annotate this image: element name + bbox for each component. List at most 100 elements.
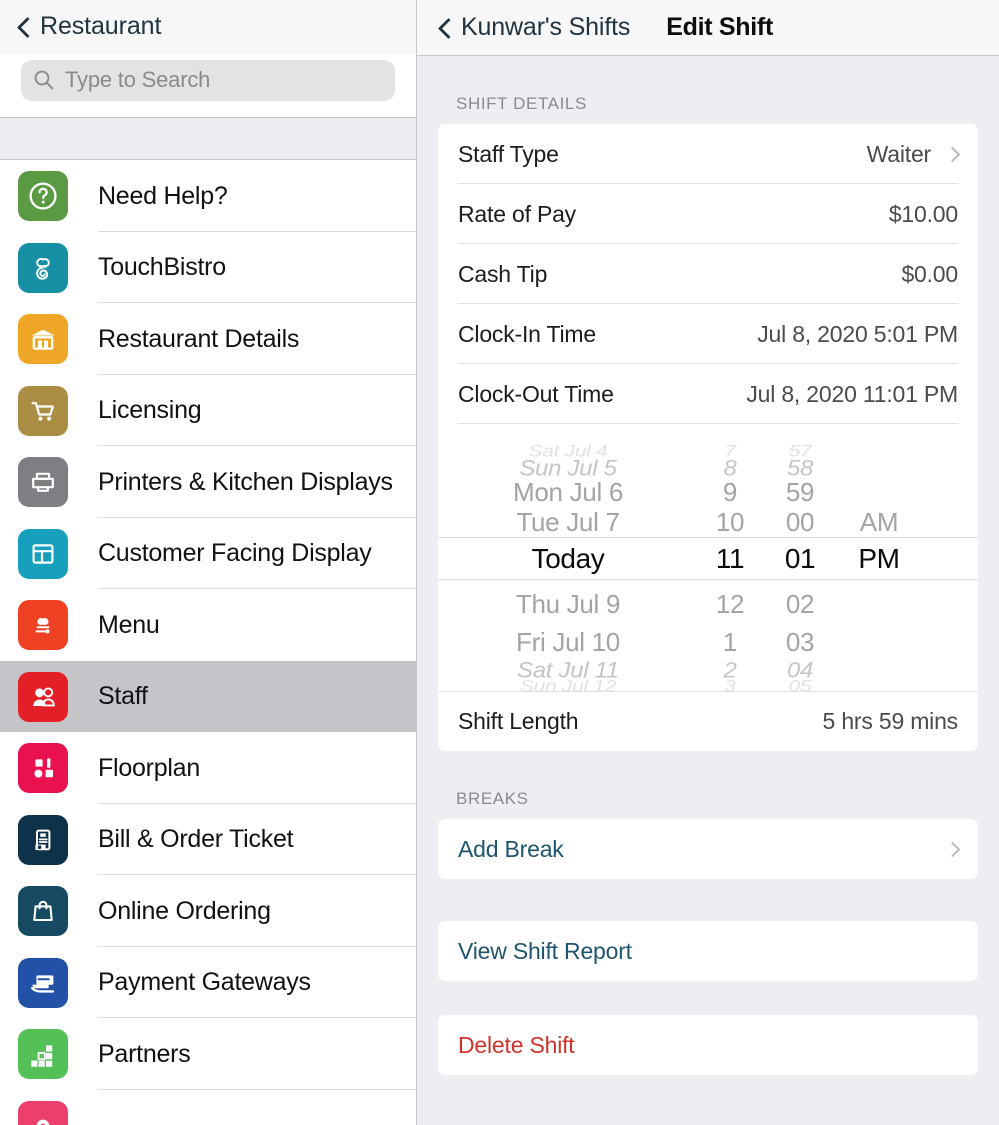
sidebar-item-bill-order-ticket[interactable]: Bill & Order Ticket [0, 803, 416, 876]
view-shift-report-button[interactable]: View Shift Report [438, 921, 978, 981]
clock-out-datetime-picker[interactable]: Sat Jul 4 7 57 Sun Jul 5 8 58 Mon Jul 6 … [438, 424, 978, 691]
row-value: 5 hrs 59 mins [822, 708, 959, 734]
breaks-section-header: BREAKS [456, 789, 529, 808]
row-value: $0.00 [901, 260, 958, 287]
picker-row[interactable]: Sun Jul 12 3 05 [438, 667, 978, 691]
sidebar-item-label: Customer Facing Display [98, 539, 372, 568]
picker-period-cell: PM [858, 543, 900, 574]
chef-hat-spoon-icon [18, 600, 68, 651]
picker-date-cell: Tue Jul 7 [516, 506, 620, 537]
sidebar-back-label[interactable]: Restaurant [40, 12, 161, 41]
storefront-icon [18, 314, 68, 365]
row-cash-tip[interactable]: Cash Tip $0.00 [438, 244, 978, 304]
hand-credit-card-icon [18, 957, 68, 1008]
detail-body: SHIFT DETAILS Staff Type Waiter Rate of … [417, 56, 999, 1125]
floorplan-tables-icon [18, 743, 68, 794]
add-break-button[interactable]: Add Break [438, 819, 978, 879]
delete-shift-button[interactable]: Delete Shift [438, 1015, 978, 1075]
layout-panel-icon [18, 528, 68, 579]
sidebar-item-label: Floorplan [98, 753, 200, 782]
detail-panel: Kunwar's Shifts Edit Shift SHIFT DETAILS… [417, 0, 999, 1125]
sidebar-item-need-help[interactable]: Need Help? [0, 160, 416, 232]
chevron-left-icon[interactable] [18, 16, 31, 38]
sidebar-item-touchbistro[interactable]: TouchBistro [0, 231, 416, 304]
two-people-icon [18, 671, 68, 722]
shopping-bag-icon [18, 886, 68, 937]
sidebar-item-label: Online Ordering [98, 896, 271, 925]
row-clock-out-time[interactable]: Clock-Out Time Jul 8, 2020 11:01 PM [438, 364, 978, 424]
delete-shift-card: Delete Shift [438, 1015, 978, 1075]
delete-shift-label: Delete Shift [458, 1031, 575, 1058]
row-clock-in-time[interactable]: Clock-In Time Jul 8, 2020 5:01 PM [438, 304, 978, 364]
row-label: Shift Length [458, 708, 579, 734]
row-value: Jul 8, 2020 5:01 PM [757, 320, 958, 347]
picker-hour-cell: 12 [715, 588, 745, 619]
chef-hat-swirl-icon [18, 242, 68, 293]
sidebar-item-label: Payment Gateways [98, 968, 311, 997]
picker-row[interactable]: Thu Jul 9 12 02 [438, 584, 978, 624]
shift-details-card: Staff Type Waiter Rate of Pay $10.00 Cas… [438, 124, 978, 751]
sidebar-item-menu[interactable]: Menu [0, 589, 416, 661]
row-label: Clock-Out Time [458, 380, 614, 407]
chevron-right-icon [944, 146, 961, 162]
row-label: Cash Tip [458, 260, 548, 287]
sidebar-item-restaurant-details[interactable]: Restaurant Details [0, 303, 416, 375]
row-value: Waiter [866, 140, 932, 167]
sidebar-item-online-ordering[interactable]: Online Ordering [0, 875, 416, 947]
picker-minute-cell: 00 [785, 506, 815, 537]
row-staff-type[interactable]: Staff Type Waiter [438, 124, 978, 184]
sidebar-item-settings[interactable] [0, 1089, 416, 1125]
sidebar-item-label: Need Help? [98, 181, 228, 210]
sidebar-item-payment-gateways[interactable]: Payment Gateways [0, 946, 416, 1019]
picker-hour-cell: 11 [715, 543, 745, 574]
view-shift-report-label: View Shift Report [458, 937, 632, 964]
blocks-grid-icon [18, 1029, 68, 1080]
picker-row[interactable]: Tue Jul 7 10 00 AM [438, 502, 978, 542]
search-placeholder: Type to Search [65, 67, 211, 93]
picker-minute-cell: 02 [785, 588, 815, 619]
search-icon [33, 69, 55, 91]
app-root: Restaurant Type to Search Need Help? Tou… [0, 0, 999, 1125]
search-input[interactable]: Type to Search [21, 59, 395, 101]
sidebar: Restaurant Type to Search Need Help? Tou… [0, 0, 417, 1125]
sidebar-nav-bar: Restaurant [0, 0, 416, 54]
sidebar-item-partners[interactable]: Partners [0, 1018, 416, 1090]
search-container: Type to Search [0, 53, 416, 117]
row-label: Staff Type [458, 140, 559, 167]
sidebar-item-label: Staff [98, 682, 148, 711]
picker-date-cell: Today [531, 543, 605, 574]
sidebar-item-staff[interactable]: Staff [0, 660, 416, 733]
detail-back-label[interactable]: Kunwar's Shifts [461, 13, 630, 42]
sidebar-item-printers-kitchen-displays[interactable]: Printers & Kitchen Displays [0, 446, 416, 518]
gear-icon [18, 1100, 68, 1125]
chevron-left-icon[interactable] [439, 17, 452, 39]
picker-date-cell: Thu Jul 9 [515, 588, 621, 619]
sidebar-item-label: Menu [98, 610, 160, 639]
picker-minute-cell: 05 [788, 677, 812, 691]
sidebar-item-label: Partners [98, 1039, 191, 1068]
sidebar-item-label: Licensing [98, 396, 202, 425]
row-label: Rate of Pay [458, 200, 576, 227]
sidebar-item-customer-facing-display[interactable]: Customer Facing Display [0, 517, 416, 590]
detail-nav-bar: Kunwar's Shifts Edit Shift [417, 0, 999, 56]
sidebar-item-floorplan[interactable]: Floorplan [0, 732, 416, 804]
row-rate-of-pay[interactable]: Rate of Pay $10.00 [438, 184, 978, 244]
page-title: Edit Shift [666, 13, 773, 41]
sidebar-item-licensing[interactable]: Licensing [0, 374, 416, 447]
add-break-label: Add Break [458, 835, 564, 862]
picker-hour-cell: 10 [715, 506, 745, 537]
breaks-card: Add Break [438, 819, 978, 879]
picker-minute-cell: 01 [784, 543, 816, 574]
row-value: Jul 8, 2020 11:01 PM [746, 380, 958, 407]
row-label: Clock-In Time [458, 320, 596, 347]
shift-details-section-header: SHIFT DETAILS [456, 94, 587, 113]
view-shift-report-card: View Shift Report [438, 921, 978, 981]
question-mark-circle-icon [18, 171, 68, 222]
picker-row-selected[interactable]: Today 11 01 PM [438, 539, 978, 579]
sidebar-list: Need Help? TouchBistro Restaurant Detail… [0, 160, 416, 1125]
sidebar-item-label: Printers & Kitchen Displays [98, 467, 393, 496]
sidebar-item-label: Restaurant Details [98, 324, 300, 353]
sidebar-item-label: TouchBistro [98, 253, 226, 282]
